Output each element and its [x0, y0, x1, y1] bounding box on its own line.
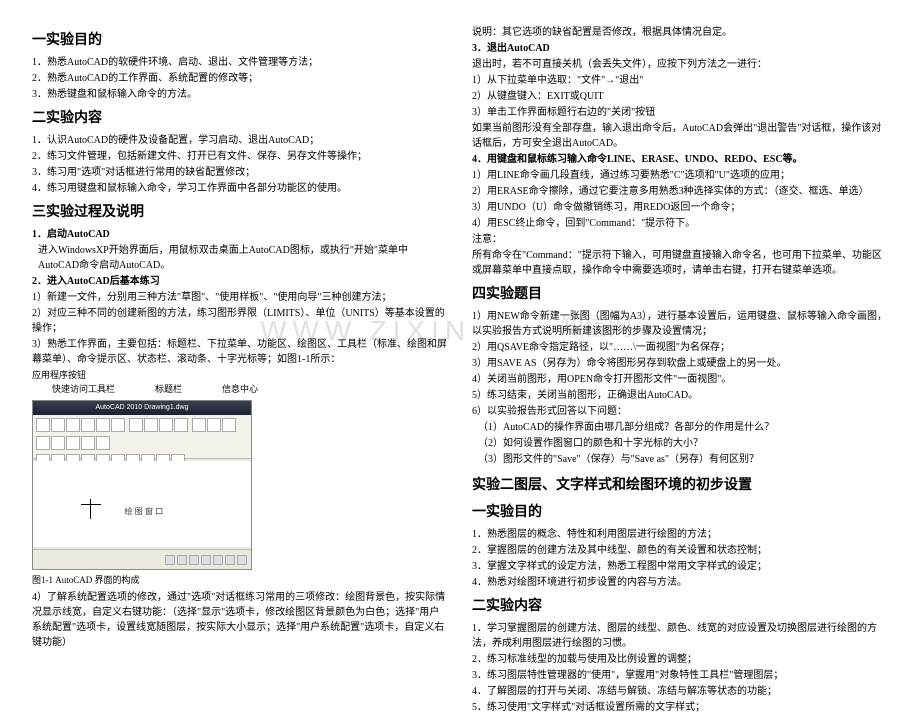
step1-text: 进入WindowsXP开始界面后，用鼠标双击桌面上AutoCAD图标，或执行"开…	[32, 243, 448, 273]
q1: 1）用NEW命令新建一张图（图幅为A3），进行基本设置后，运用键盘、鼠标等输入命…	[472, 309, 888, 339]
r1a: 退出时，若不可直接关机（会丢失文件），应按下列方法之一进行：	[472, 57, 888, 72]
f1: 1．学习掌握图层的创建方法、图层的线型、颜色、线宽的对应设置及切换图层进行绘图的…	[472, 621, 888, 651]
content-3: 3．练习用"选项"对话框进行常用的缺省配置修改；	[32, 165, 448, 180]
r2e: 注意：	[472, 232, 888, 247]
step1-title: 1．启动AutoCAD	[32, 227, 448, 242]
e3: 3．掌握文字样式的设定方法，熟悉工程图中常用文字样式的设定；	[472, 559, 888, 574]
r2a: 1）用LINE命令画几段直线，通过练习要熟悉"C"选项和"U"选项的应用；	[472, 168, 888, 183]
annot-infocenter: 信息中心	[222, 383, 258, 397]
purpose-1: 1．熟悉AutoCAD的软硬件环境、启动、退出、文件管理等方法；	[32, 55, 448, 70]
annot-quick-toolbar: 快速访问工具栏	[52, 383, 115, 397]
r2b: 2）用ERASE命令擦除，通过它要注意多用熟悉3种选择实体的方式：（逐交、框选、…	[472, 184, 888, 199]
heading-exp2-purpose: 一实验目的	[472, 502, 888, 523]
heading-exp2-content: 二实验内容	[472, 596, 888, 617]
e2: 2．掌握图层的创建方法及其中线型、颜色的有关设置和状态控制；	[472, 543, 888, 558]
r-note: 说明：其它选项的缺省配置是否修改，根据具体情况自定。	[472, 25, 888, 40]
r1d: 3）单击工作界面标题行右边的"关闭"按钮	[472, 105, 888, 120]
heading-content: 二实验内容	[32, 108, 448, 129]
r-exit-title: 3．退出AutoCAD	[472, 41, 888, 56]
right-column: 说明：其它选项的缺省配置是否修改，根据具体情况自定。 3．退出AutoCAD 退…	[472, 24, 888, 627]
q3: 3）用SAVE AS（另存为）命令将图形另存到软盘上或硬盘上的另一处。	[472, 356, 888, 371]
f2: 2．练习标准线型的加载与使用及比例设置的调整；	[472, 652, 888, 667]
q2: 2）用QSAVE命令指定路径，以"……\一面视图"为名保存；	[472, 340, 888, 355]
heading-questions: 四实验题目	[472, 284, 888, 305]
ss-titlebar: AutoCAD 2010 Drawing1.dwg	[33, 401, 251, 415]
step2c: 3）熟悉工作界面，主要包括：标题栏、下拉菜单、功能区、绘图区、工具栏（标准、绘图…	[32, 337, 448, 367]
f3: 3．练习图层特性管理器的"使用"，掌握用"对象特性工具栏"管理图层；	[472, 668, 888, 683]
autocad-screenshot: AutoCAD 2010 Drawing1.dwg 绘 图 窗 口	[32, 400, 252, 570]
q6b: （2）如何设置作图窗口的颜色和十字光标的大小？	[472, 436, 888, 451]
step4: 4）了解系统配置选项的修改，通过"选项"对话框练习常用的三项修改：绘图背景色，按…	[32, 590, 448, 650]
r2f: 所有命令在"Command："提示符下输入，可用键盘直接输入命令名，也可用下拉菜…	[472, 248, 888, 278]
f5: 5．练习使用"文字样式"对话框设置所需的文字样式；	[472, 700, 888, 715]
content-2: 2．练习文件管理，包括新建文件、打开已有文件、保存、另存文件等操作；	[32, 149, 448, 164]
r2d: 4）用ESC终止命令，回到"Command："提示符下。	[472, 216, 888, 231]
heading-exp2: 实验二图层、文字样式和绘图环境的初步设置	[472, 475, 888, 496]
ss-statusbar	[33, 549, 251, 569]
ss-canvas-label: 绘 图 窗 口	[125, 506, 164, 518]
r1c: 2）从键盘键入：EXIT或QUIT	[472, 89, 888, 104]
crosshair-v	[90, 499, 91, 519]
step2b: 2）对应三种不同的创建新图的方法，练习图形界限（LIMITS）、单位（UNITS…	[32, 306, 448, 336]
step2a: 1）新建一文件，分别用三种方法"草图"、"使用样板"、"使用向导"三种创建方法；	[32, 290, 448, 305]
purpose-3: 3．熟悉键盘和鼠标输入命令的方法。	[32, 87, 448, 102]
q5: 5）练习结束，关闭当前图形，正确退出AutoCAD。	[472, 388, 888, 403]
content-4: 4．练习用键盘和鼠标输入命令，学习工作界面中各部分功能区的使用。	[32, 181, 448, 196]
r1b: 1）从下拉菜单中选取："文件"→"退出"	[472, 73, 888, 88]
step2-title: 2．进入AutoCAD后基本练习	[32, 274, 448, 289]
ss-toolbar	[33, 415, 251, 459]
f4: 4．了解图层的打开与关闭、冻结与解锁、冻结与解冻等状态的功能；	[472, 684, 888, 699]
left-column: 一实验目的 1．熟悉AutoCAD的软硬件环境、启动、退出、文件管理等方法； 2…	[32, 24, 448, 627]
q6a: （1）AutoCAD的操作界面由哪几部分组成？各部分的作用是什么？	[472, 420, 888, 435]
purpose-2: 2．熟悉AutoCAD的工作界面、系统配置的修改等；	[32, 71, 448, 86]
annot-app-button: 应用程序按钮	[32, 369, 86, 383]
crosshair-h	[81, 504, 101, 505]
q4: 4）关闭当前图形，用OPEN命令打开图形文件"一面视图"。	[472, 372, 888, 387]
e1: 1．熟悉图层的概念、特性和利用图层进行绘图的方法；	[472, 527, 888, 542]
ss-drawing-area: 绘 图 窗 口	[33, 461, 251, 547]
q6c: （3）图形文件的"Save"（保存）与"Save as"（另存）有何区别？	[472, 452, 888, 467]
q6: 6）以实验报告形式回答以下问题：	[472, 404, 888, 419]
content-1: 1．认识AutoCAD的硬件及设备配置，学习启动、退出AutoCAD；	[32, 133, 448, 148]
heading-process: 三实验过程及说明	[32, 202, 448, 223]
r1e: 如果当前图形没有全部存盘，输入退出命令后，AutoCAD会弹出"退出警告"对话框…	[472, 121, 888, 151]
annot-titlebar: 标题栏	[155, 383, 182, 397]
r2t: 4．用键盘和鼠标练习输入命令LINE、ERASE、UNDO、REDO、ESC等。	[472, 152, 888, 167]
figure-caption: 图1-1 AutoCAD 界面的构成	[32, 574, 448, 588]
r2c: 3）用UNDO（U）命令做撤销练习，用REDO返回一个命令；	[472, 200, 888, 215]
e4: 4．熟悉对绘图环境进行初步设置的内容与方法。	[472, 575, 888, 590]
heading-purpose: 一实验目的	[32, 30, 448, 51]
